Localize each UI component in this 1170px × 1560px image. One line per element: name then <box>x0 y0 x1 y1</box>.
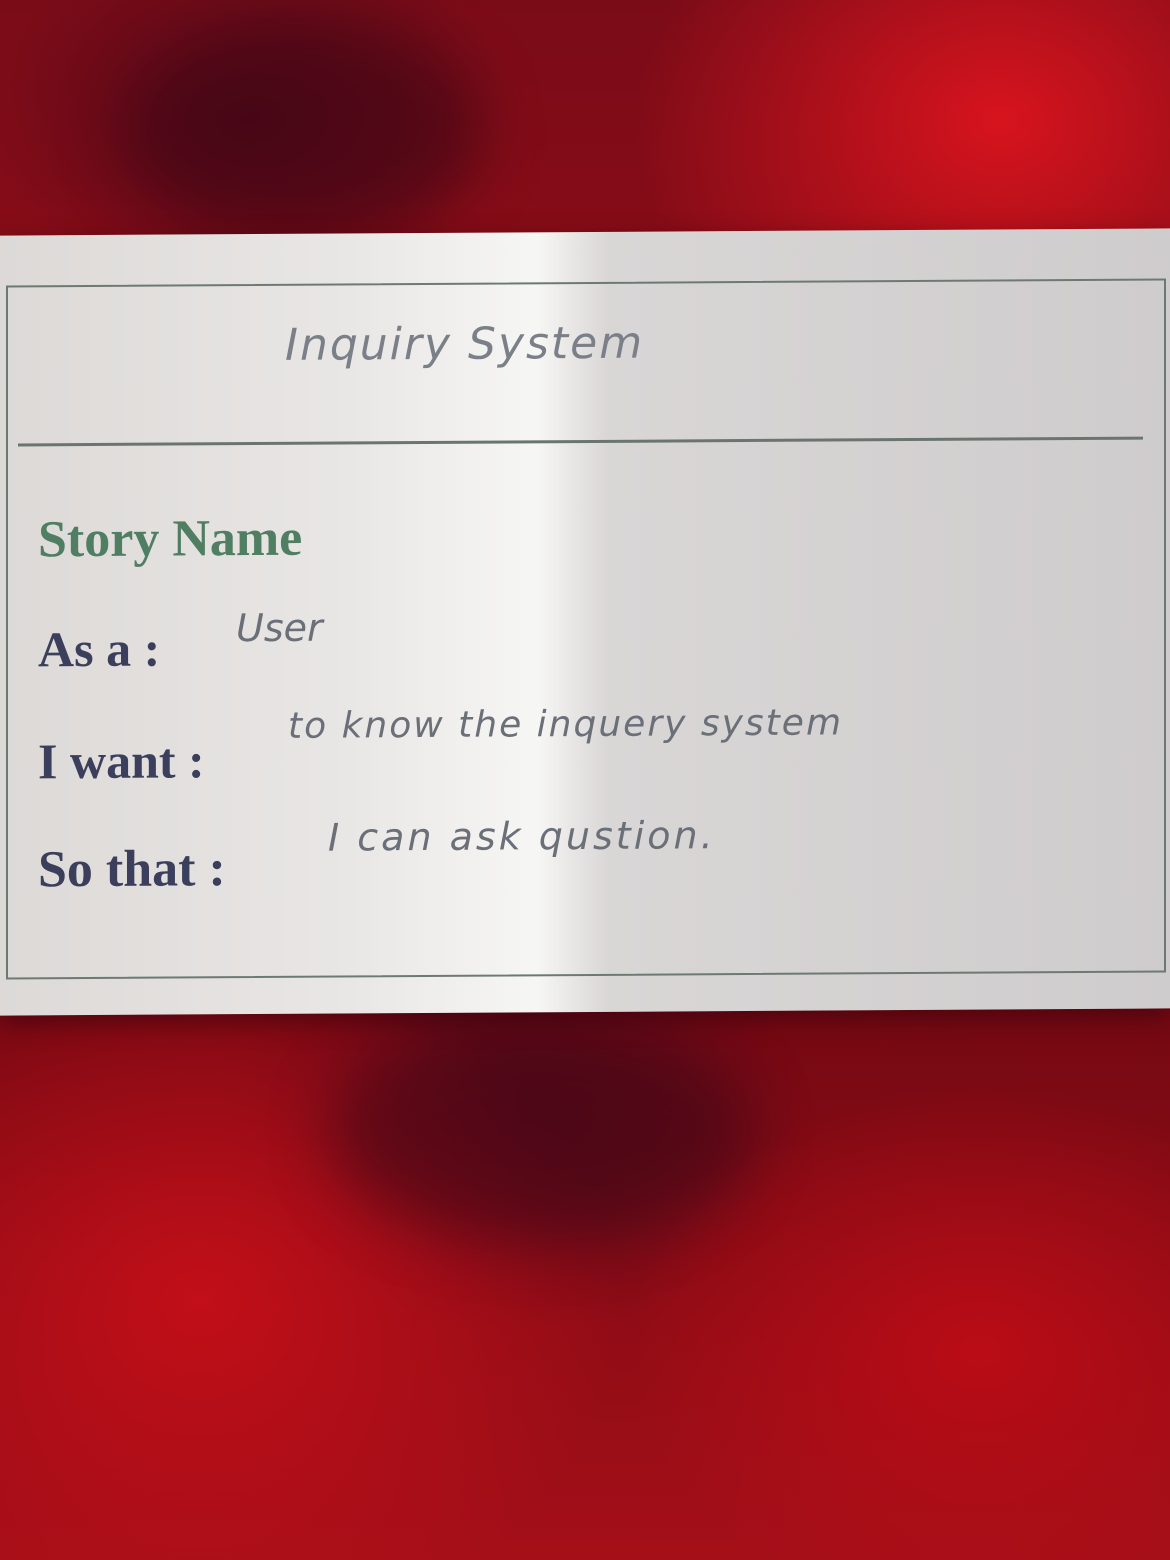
card-title: Inquiry System <box>285 317 645 371</box>
so-that-value: I can ask qustion. <box>328 813 716 860</box>
as-a-value: User <box>236 605 323 651</box>
as-a-label: As a : <box>38 620 161 678</box>
fabric-shadow-top <box>120 20 480 240</box>
fabric-shadow-bottom <box>330 1020 750 1240</box>
so-that-label: So that : <box>38 840 226 899</box>
i-want-label: I want : <box>38 732 205 790</box>
story-name-label: Story Name <box>38 509 303 569</box>
i-want-value: to know the inquery system <box>288 702 844 747</box>
user-story-card: Inquiry System Story Name As a : User I … <box>0 228 1170 1016</box>
